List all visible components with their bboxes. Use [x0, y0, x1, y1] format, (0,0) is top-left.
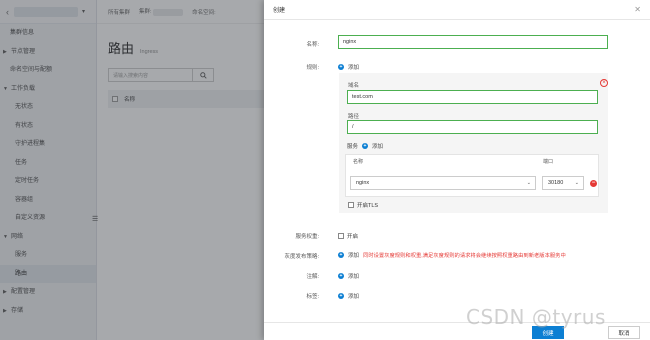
- name-input[interactable]: nginx: [338, 35, 608, 49]
- path-input[interactable]: /: [347, 120, 598, 134]
- close-icon[interactable]: ✕: [634, 5, 641, 14]
- add-rule-label: 添加: [348, 65, 360, 71]
- plus-icon: +: [338, 273, 344, 279]
- port-select[interactable]: 30180 ⌄: [542, 176, 584, 190]
- add-annotation-label: 添加: [348, 274, 360, 280]
- remove-service-icon[interactable]: −: [590, 180, 597, 187]
- add-canary-label: 添加: [348, 253, 360, 259]
- weight-value: 开启: [347, 234, 359, 240]
- plus-icon: +: [338, 64, 344, 70]
- add-tag-label: 添加: [348, 294, 360, 300]
- add-tag-button[interactable]: + 添加: [338, 292, 359, 300]
- service-select-value: nginx: [356, 180, 370, 186]
- rules-label: 规则:: [306, 65, 319, 71]
- tls-label: 开启TLS: [357, 203, 379, 209]
- cancel-button[interactable]: 取消: [608, 326, 640, 339]
- plus-icon: +: [338, 293, 344, 299]
- add-rule-button[interactable]: + 添加: [338, 63, 359, 71]
- canary-label: 灰度发布策略:: [284, 254, 319, 260]
- annotation-label: 注解:: [306, 274, 319, 280]
- service-select[interactable]: nginx ⌄: [350, 176, 536, 190]
- weight-checkbox[interactable]: [338, 233, 344, 239]
- add-annotation-button[interactable]: + 添加: [338, 272, 359, 280]
- drawer-title: 创建: [273, 8, 286, 14]
- path-label: 路径: [348, 114, 360, 120]
- watermark: CSDN @tyrus: [466, 305, 606, 329]
- service-label: 服务: [347, 144, 359, 150]
- drawer-header: 创建 ✕: [264, 0, 650, 20]
- tag-label: 标签:: [306, 294, 319, 300]
- remove-rule-icon[interactable]: ×: [600, 79, 608, 87]
- name-label: 名称:: [306, 42, 319, 48]
- chevron-down-icon: ⌄: [574, 180, 579, 186]
- canary-row: + 添加 同时设置灰度规则和权重,满足灰度规则的请求将会继续按照权重路由到新老版本…: [338, 251, 566, 259]
- add-canary-button[interactable]: + 添加: [338, 251, 359, 259]
- add-service-button[interactable]: 服务 + 添加: [347, 142, 383, 150]
- port-select-value: 30180: [548, 180, 564, 186]
- weight-label: 服务权重:: [295, 234, 319, 240]
- tls-checkbox[interactable]: [348, 202, 354, 208]
- chevron-down-icon: ⌄: [526, 180, 531, 186]
- domain-input[interactable]: test.com: [347, 90, 598, 104]
- plus-icon: +: [338, 252, 344, 258]
- canary-warning-text: 同时设置灰度规则和权重,满足灰度规则的请求将会继续按照权重路由到新老版本服务中: [363, 253, 566, 259]
- service-port-header: 端口: [543, 159, 554, 165]
- plus-icon: +: [362, 143, 369, 149]
- add-service-label: 添加: [372, 144, 384, 150]
- service-name-header: 名称: [353, 159, 364, 165]
- tls-toggle[interactable]: 开启TLS: [348, 201, 378, 209]
- domain-label: 域名: [348, 83, 360, 89]
- weight-toggle[interactable]: 开启: [338, 232, 358, 240]
